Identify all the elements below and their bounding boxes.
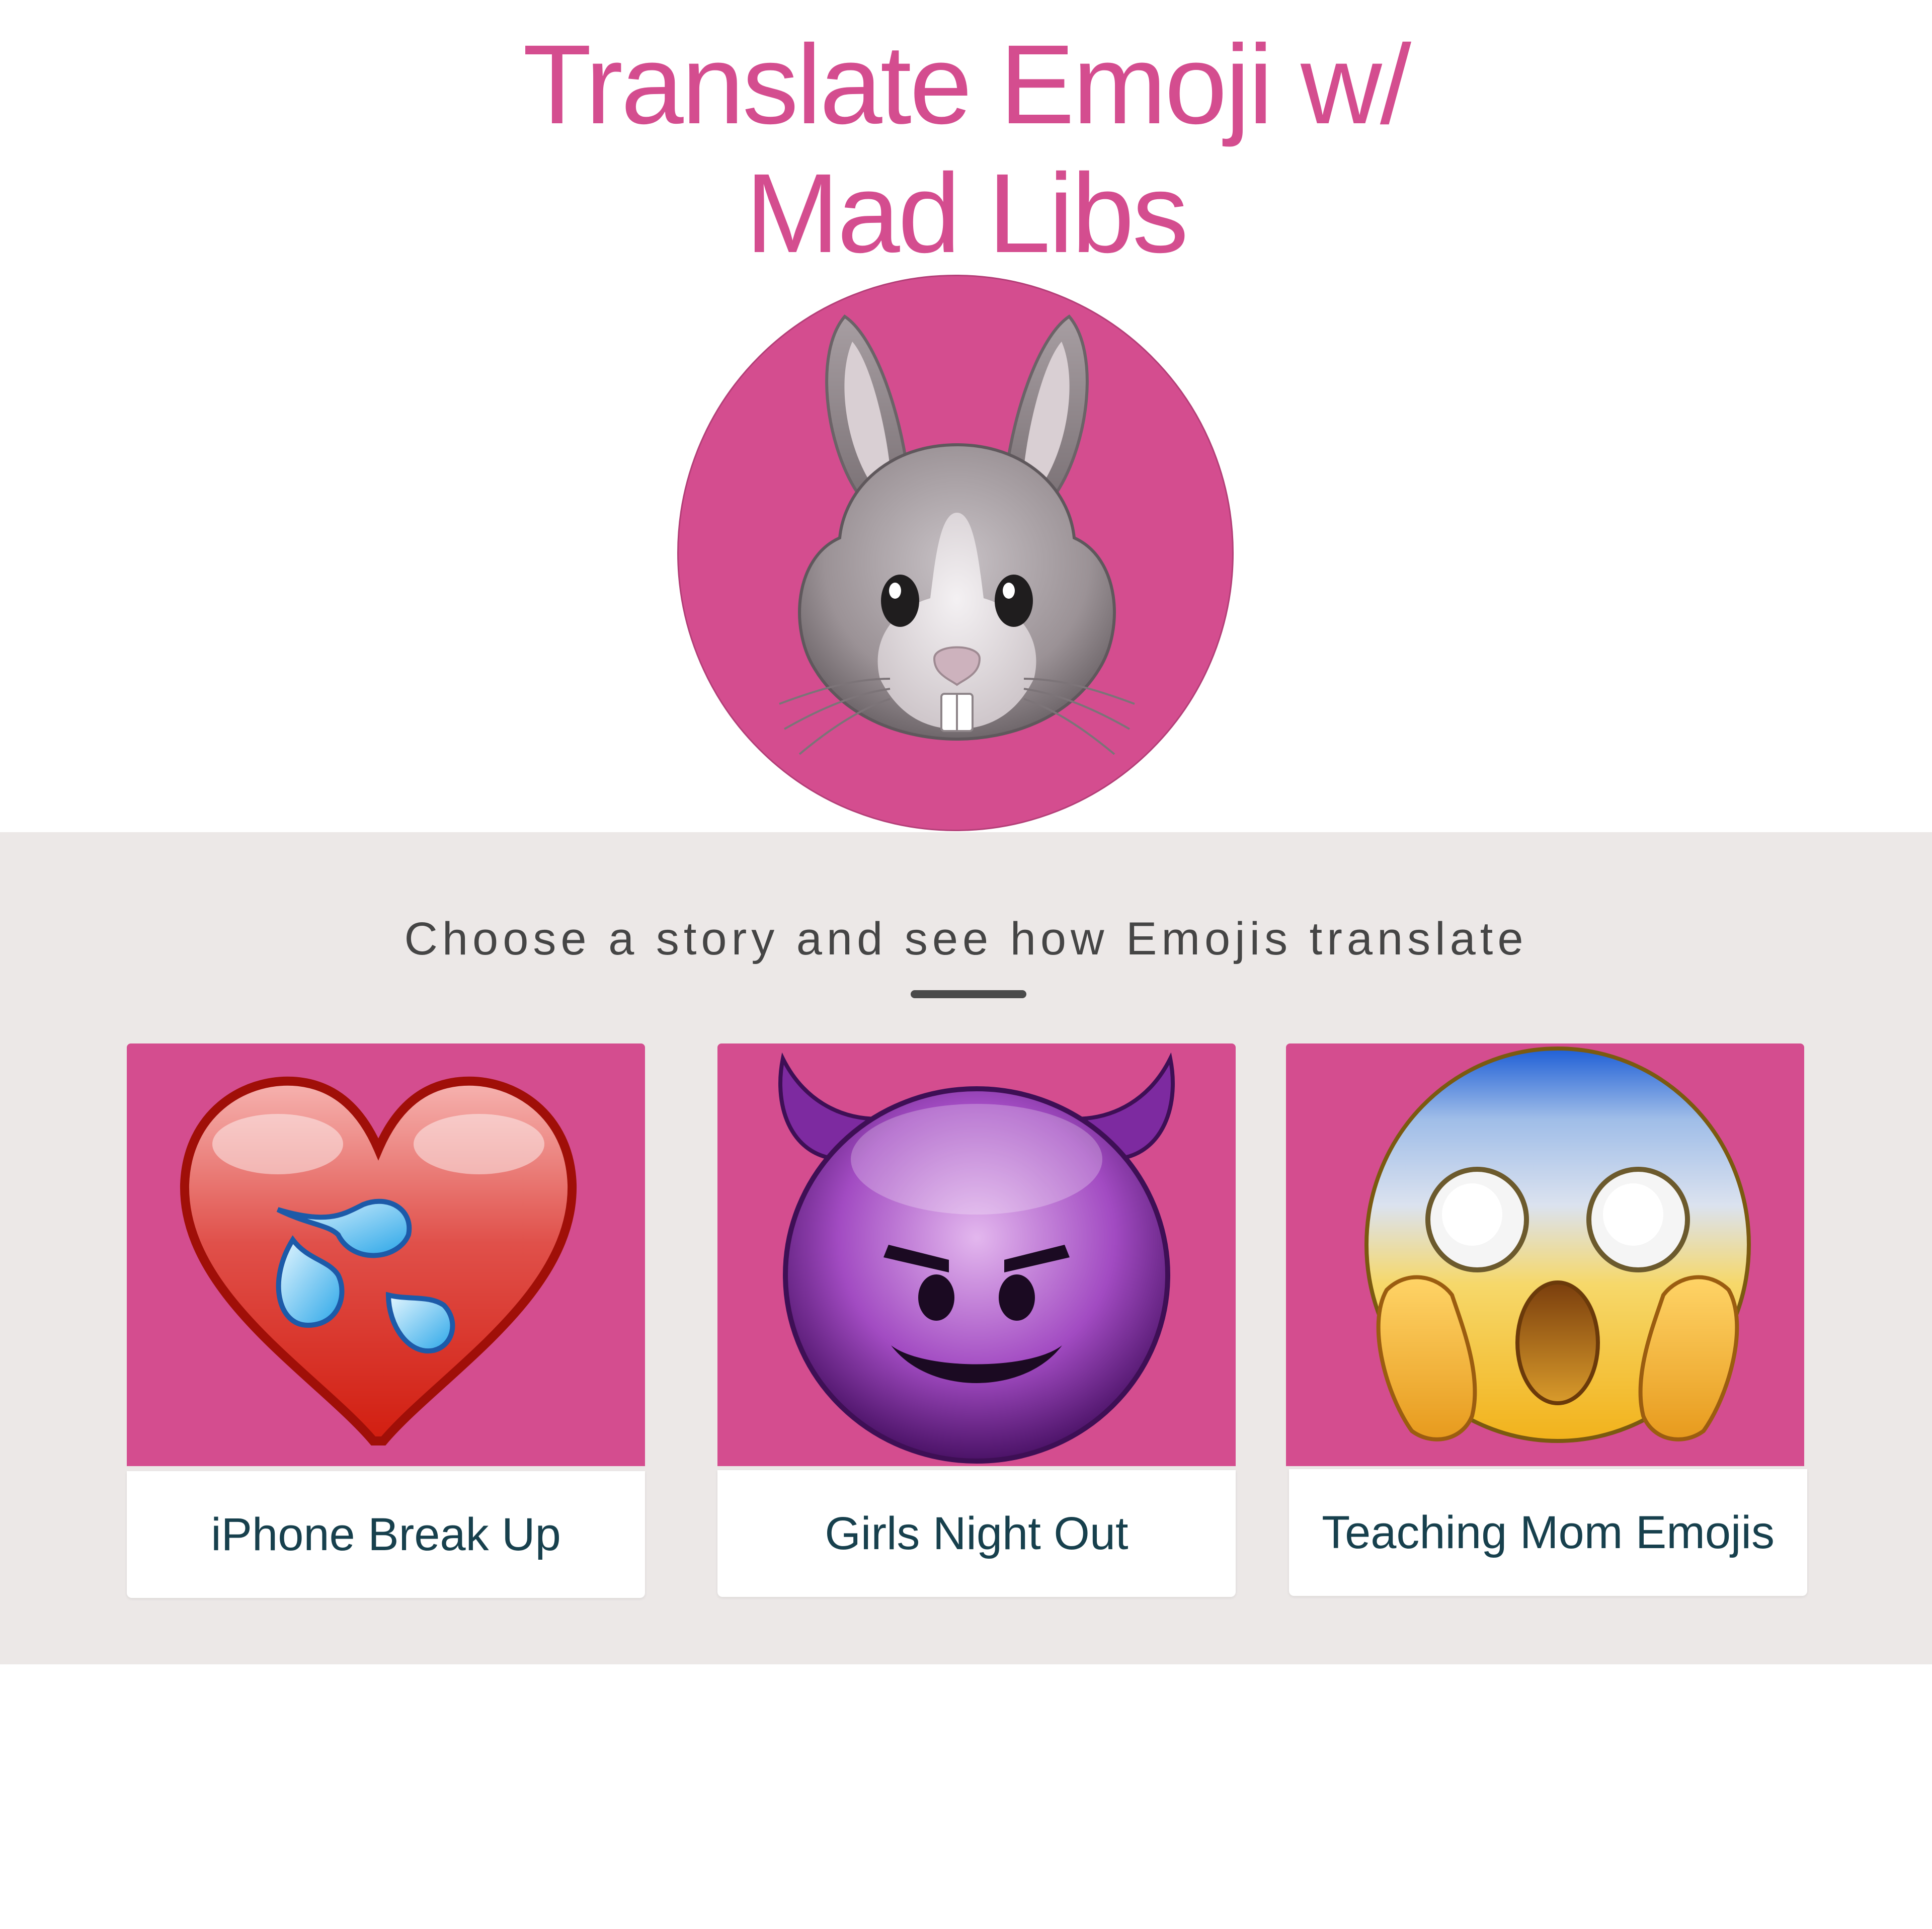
broken-heart-sweat-drops-icon [180, 1076, 577, 1445]
title-line-2: Mad Libs [745, 150, 1189, 276]
story-card-image[interactable] [127, 1043, 645, 1466]
title-line-1: Translate Emoji w/ [523, 22, 1411, 147]
story-card-label-box[interactable]: Girls Night Out [717, 1470, 1236, 1597]
story-card-image[interactable] [717, 1043, 1236, 1466]
story-card-teaching-mom-emojis[interactable]: Teaching Mom Emojis [1286, 1043, 1807, 1599]
story-card-girls-night-out[interactable]: Girls Night Out [717, 1043, 1236, 1599]
story-card-label[interactable]: Girls Night Out [717, 1470, 1236, 1597]
rabbit-face-icon [779, 314, 1135, 755]
logo [677, 275, 1234, 831]
smiling-devil-icon [778, 1052, 1175, 1464]
stories-section: Choose a story and see how Emojis transl… [0, 832, 1932, 1664]
hero-section: Translate Emoji w/ Mad Libs [0, 0, 1932, 832]
story-card-label-box[interactable]: iPhone Break Up [127, 1471, 645, 1598]
story-card-image[interactable] [1286, 1043, 1804, 1466]
screaming-face-icon [1364, 1047, 1751, 1443]
page-title: Translate Emoji w/ Mad Libs [0, 20, 1932, 278]
section-divider [911, 990, 1026, 998]
story-card-label[interactable]: iPhone Break Up [127, 1471, 645, 1598]
story-card-label-box[interactable]: Teaching Mom Emojis [1289, 1469, 1807, 1596]
story-card-label[interactable]: Teaching Mom Emojis [1289, 1469, 1807, 1596]
story-card-iphone-break-up[interactable]: iPhone Break Up [127, 1043, 645, 1599]
section-prompt: Choose a story and see how Emojis transl… [404, 913, 1528, 965]
